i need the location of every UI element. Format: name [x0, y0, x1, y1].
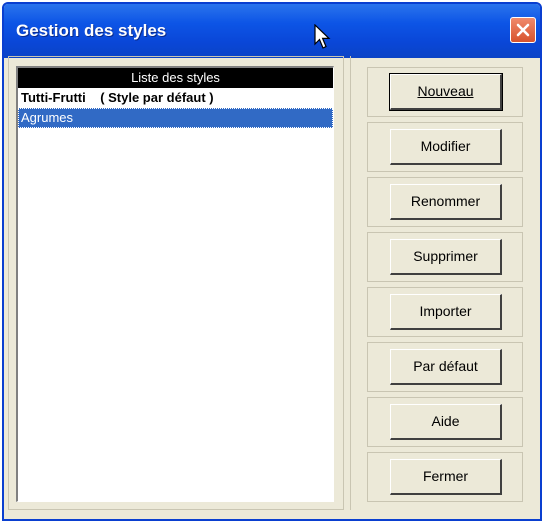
button-cell-import: Importer [367, 287, 523, 337]
button-cell-help: Aide [367, 397, 523, 447]
style-list-item-tutti-frutti[interactable]: Tutti-Frutti ( Style par défaut ) [18, 88, 333, 108]
import-button[interactable]: Importer [390, 294, 502, 330]
default-style-note: ( Style par défaut ) [100, 90, 214, 105]
button-cell-close: Fermer [367, 452, 523, 502]
button-cell-modify: Modifier [367, 122, 523, 172]
button-cell-set-default: Par défaut [367, 342, 523, 392]
close-button[interactable]: Fermer [390, 459, 502, 495]
style-list-item-agrumes[interactable]: Agrumes [18, 108, 333, 128]
button-cell-new: Nouveau [367, 67, 523, 117]
modify-button[interactable]: Modifier [390, 129, 502, 165]
button-cell-rename: Renommer [367, 177, 523, 227]
mouse-pointer-icon [314, 24, 331, 49]
new-button-label: Nouveau [417, 83, 474, 99]
style-list-header: Liste des styles [18, 68, 333, 88]
new-button[interactable]: Nouveau [389, 73, 503, 111]
rename-button[interactable]: Renommer [390, 184, 502, 220]
style-name: Tutti-Frutti [21, 90, 86, 105]
style-name: Agrumes [21, 110, 74, 125]
window-title: Gestion des styles [16, 21, 167, 40]
delete-button[interactable]: Supprimer [390, 239, 502, 275]
close-icon [516, 23, 530, 37]
close-window-button[interactable] [510, 17, 536, 43]
button-cell-delete: Supprimer [367, 232, 523, 282]
help-button[interactable]: Aide [390, 404, 502, 440]
style-listbox[interactable]: Liste des styles Tutti-Frutti ( Style pa… [16, 66, 334, 502]
title-bar[interactable]: Gestion des styles [4, 4, 540, 58]
set-default-button[interactable]: Par défaut [390, 349, 502, 385]
